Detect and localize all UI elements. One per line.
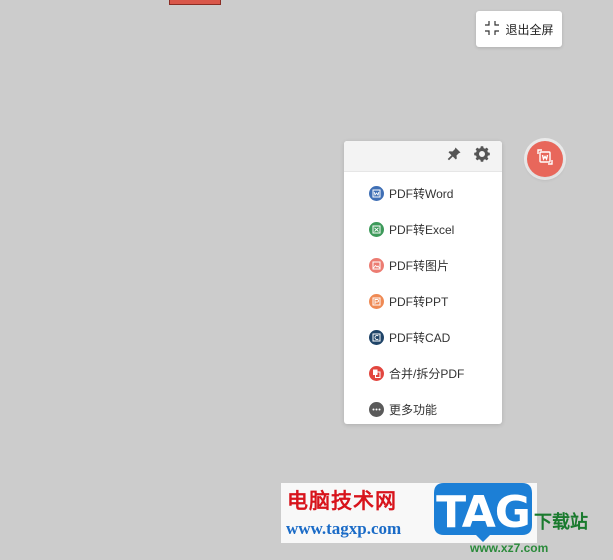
menu-item-pdf-to-excel[interactable]: PDF转Excel bbox=[344, 211, 502, 247]
pdf-to-image-icon bbox=[369, 257, 384, 273]
tag-logo-text: TAG bbox=[436, 486, 531, 538]
menu-item-pdf-to-cad[interactable]: PDF转CAD bbox=[344, 319, 502, 355]
exit-fullscreen-button[interactable]: 退出全屏 bbox=[476, 11, 562, 47]
gear-icon[interactable] bbox=[474, 145, 490, 167]
menu-item-label: PDF转Word bbox=[389, 186, 454, 201]
pdf-to-ppt-icon bbox=[369, 293, 384, 309]
menu-item-label: PDF转图片 bbox=[389, 258, 450, 273]
exit-fullscreen-label: 退出全屏 bbox=[505, 22, 554, 37]
pdf-tools-float-button[interactable] bbox=[527, 141, 563, 177]
pdf-tools-menu: PDF转Word PDF转Excel PDF转图片 PDF转PPT PDF转CA… bbox=[344, 172, 502, 427]
pdf-tool-icon bbox=[535, 147, 555, 172]
menu-item-merge-split-pdf[interactable]: 合并/拆分PDF bbox=[344, 355, 502, 391]
watermark-right-url: www.xz7.com bbox=[470, 541, 549, 555]
watermark-right-text: 下载站 bbox=[534, 512, 588, 533]
menu-item-label: PDF转CAD bbox=[389, 330, 451, 345]
menu-item-label: PDF转PPT bbox=[389, 294, 449, 309]
red-tab-fragment bbox=[169, 0, 221, 5]
menu-item-pdf-to-word[interactable]: PDF转Word bbox=[344, 175, 502, 211]
menu-item-more-features[interactable]: 更多功能 bbox=[344, 391, 502, 427]
pdf-to-cad-icon bbox=[369, 329, 384, 345]
menu-item-label: PDF转Excel bbox=[389, 222, 455, 237]
pdf-tools-panel: PDF转Word PDF转Excel PDF转图片 PDF转PPT PDF转CA… bbox=[344, 141, 502, 424]
pin-icon[interactable] bbox=[446, 146, 462, 167]
menu-item-pdf-to-ppt[interactable]: PDF转PPT bbox=[344, 283, 502, 319]
menu-item-label: 更多功能 bbox=[389, 402, 438, 417]
more-icon bbox=[369, 401, 384, 417]
collapse-icon bbox=[484, 20, 500, 39]
watermark-url: www.tagxp.com bbox=[286, 519, 402, 538]
menu-item-label: 合并/拆分PDF bbox=[389, 366, 465, 381]
menu-item-pdf-to-image[interactable]: PDF转图片 bbox=[344, 247, 502, 283]
pdf-to-word-icon bbox=[369, 185, 384, 201]
pdf-to-excel-icon bbox=[369, 221, 384, 237]
watermark-title: 电脑技术网 bbox=[287, 489, 397, 513]
merge-split-pdf-icon bbox=[369, 365, 384, 381]
panel-header bbox=[344, 141, 502, 172]
